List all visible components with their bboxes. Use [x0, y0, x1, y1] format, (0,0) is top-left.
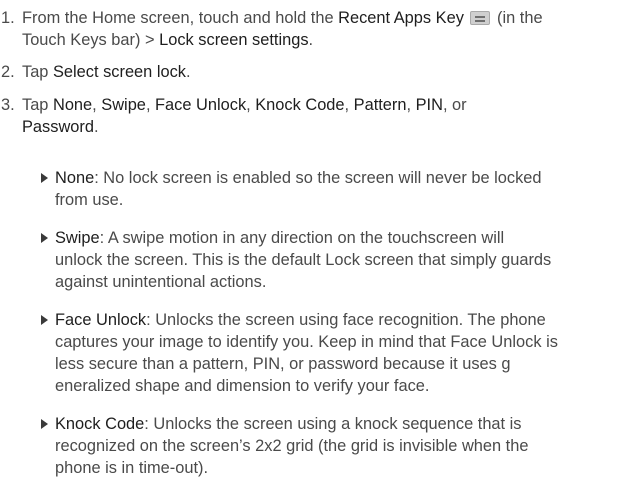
step-1-line-1: From the Home screen, touch and hold the…: [22, 9, 543, 27]
bullet-term: Knock Code: [55, 415, 145, 433]
step-number: 1.: [1, 9, 15, 27]
step-number: 3.: [1, 96, 15, 114]
select-screen-lock-label: Select screen lock: [52, 63, 186, 81]
bullet-none: None: No lock screen is enabled so the s…: [41, 167, 627, 211]
option-pin: PIN: [415, 96, 443, 114]
option-swipe: Swipe: [101, 96, 146, 114]
option-knock-code: Knock Code: [255, 96, 345, 114]
step-number: 2.: [1, 63, 15, 81]
bullet-arrow-icon: [41, 233, 48, 243]
step-1: 1. From the Home screen, touch and hold …: [0, 7, 622, 51]
step-3: 3. Tap None, Swipe, Face Unlock, Knock C…: [0, 94, 622, 138]
recent-apps-key-label: Recent Apps Key: [338, 9, 464, 27]
option-face-unlock: Face Unlock: [155, 96, 247, 114]
step-2: 2. Tap Select screen lock.: [1, 63, 191, 81]
option-password: Password: [22, 118, 94, 136]
bullet-term: Swipe: [55, 229, 100, 247]
step-3-line-1: Tap None, Swipe, Face Unlock, Knock Code…: [22, 96, 467, 114]
option-none: None: [52, 96, 93, 114]
bullet-face-unlock: Face Unlock: Unlocks the screen using fa…: [41, 309, 627, 397]
bullet-knock-code: Knock Code: Unlocks the screen using a k…: [41, 413, 627, 479]
step-1-line-2: Touch Keys bar) > Lock screen settings.: [22, 31, 314, 49]
bullet-term: None: [55, 169, 95, 187]
bullet-arrow-icon: [41, 419, 48, 429]
bullet-term: Face Unlock: [55, 311, 147, 329]
step-3-line-2: Password.: [22, 118, 99, 136]
instruction-page: 1. From the Home screen, touch and hold …: [0, 0, 631, 496]
option-pattern: Pattern: [353, 96, 407, 114]
recent-apps-key-icon: [470, 11, 491, 25]
lock-screen-settings-label: Lock screen settings: [159, 31, 309, 49]
bullet-swipe: Swipe: A swipe motion in any direction o…: [41, 227, 627, 293]
bullet-arrow-icon: [41, 315, 48, 325]
bullet-arrow-icon: [41, 173, 48, 183]
